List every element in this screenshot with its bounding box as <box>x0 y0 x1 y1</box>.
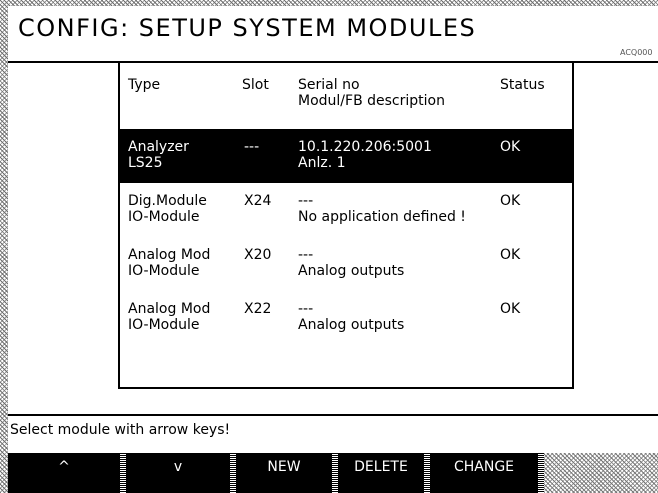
module-serial-line1: 10.1.220.206:5001 <box>298 139 432 155</box>
down-arrow-icon: v <box>173 459 183 475</box>
module-type: Analog Mod IO-Module <box>128 301 210 333</box>
status-message: Select module with arrow keys! <box>10 422 231 438</box>
module-serial: --- Analog outputs <box>298 247 404 279</box>
module-type-line1: Dig.Module <box>128 193 207 209</box>
module-serial: 10.1.220.206:5001 Anlz. 1 <box>298 139 432 171</box>
module-type: Analog Mod IO-Module <box>128 247 210 279</box>
column-header-serial: Serial no Modul/FB description <box>298 77 445 109</box>
module-status: OK <box>500 139 521 155</box>
module-type: Analyzer LS25 <box>128 139 189 171</box>
module-slot: X22 <box>244 301 272 317</box>
modules-table: Type Slot Serial no Modul/FB description… <box>118 63 574 389</box>
module-row-analyzer[interactable]: Analyzer LS25 --- 10.1.220.206:5001 Anlz… <box>120 131 572 183</box>
column-header-serial-line1: Serial no <box>298 77 360 93</box>
module-type: Dig.Module IO-Module <box>128 193 207 225</box>
module-status: OK <box>500 247 521 263</box>
module-slot: --- <box>244 139 260 155</box>
module-type-line2: IO-Module <box>128 263 200 279</box>
module-slot: X20 <box>244 247 272 263</box>
column-header-type: Type <box>128 77 161 93</box>
module-serial-line1: --- <box>298 301 314 317</box>
column-header-slot: Slot <box>242 77 269 93</box>
module-serial-line1: --- <box>298 247 314 263</box>
module-serial-line1: --- <box>298 193 314 209</box>
down-arrow-key[interactable]: v <box>126 453 230 493</box>
module-row-analog-x20[interactable]: Analog Mod IO-Module X20 --- Analog outp… <box>120 239 572 291</box>
module-type-line2: IO-Module <box>128 209 200 225</box>
module-serial: --- No application defined ! <box>298 193 466 225</box>
module-status: OK <box>500 301 521 317</box>
module-type-line1: Analog Mod <box>128 301 211 317</box>
column-header-status: Status <box>500 77 545 93</box>
module-serial: --- Analog outputs <box>298 301 404 333</box>
screen-code: ACQ000 <box>620 48 653 57</box>
module-type-line2: LS25 <box>128 155 163 171</box>
module-description: Analog outputs <box>298 317 405 333</box>
module-description: Anlz. 1 <box>298 155 346 171</box>
page-title: CONFIG: SETUP SYSTEM MODULES <box>18 14 477 42</box>
column-header-serial-line2: Modul/FB description <box>298 93 445 109</box>
change-button[interactable]: CHANGE <box>430 453 538 493</box>
status-bar: Select module with arrow keys! <box>8 414 658 446</box>
module-slot: X24 <box>244 193 272 209</box>
module-type-line1: Analog Mod <box>128 247 211 263</box>
module-row-dig-module[interactable]: Dig.Module IO-Module X24 --- No applicat… <box>120 185 572 237</box>
config-screen: CONFIG: SETUP SYSTEM MODULES ACQ000 Type… <box>8 6 658 453</box>
delete-button[interactable]: DELETE <box>338 453 424 493</box>
module-type-line2: IO-Module <box>128 317 200 333</box>
softkey-bar: ^ v NEW DELETE CHANGE <box>8 453 658 493</box>
empty-softkey-area <box>544 453 658 493</box>
module-description: Analog outputs <box>298 263 405 279</box>
up-arrow-icon: ^ <box>58 459 70 475</box>
up-arrow-key[interactable]: ^ <box>8 453 120 493</box>
module-status: OK <box>500 193 521 209</box>
new-button[interactable]: NEW <box>236 453 332 493</box>
module-type-line1: Analyzer <box>128 139 189 155</box>
module-row-analog-x22[interactable]: Analog Mod IO-Module X22 --- Analog outp… <box>120 293 572 345</box>
module-description: No application defined ! <box>298 209 466 225</box>
